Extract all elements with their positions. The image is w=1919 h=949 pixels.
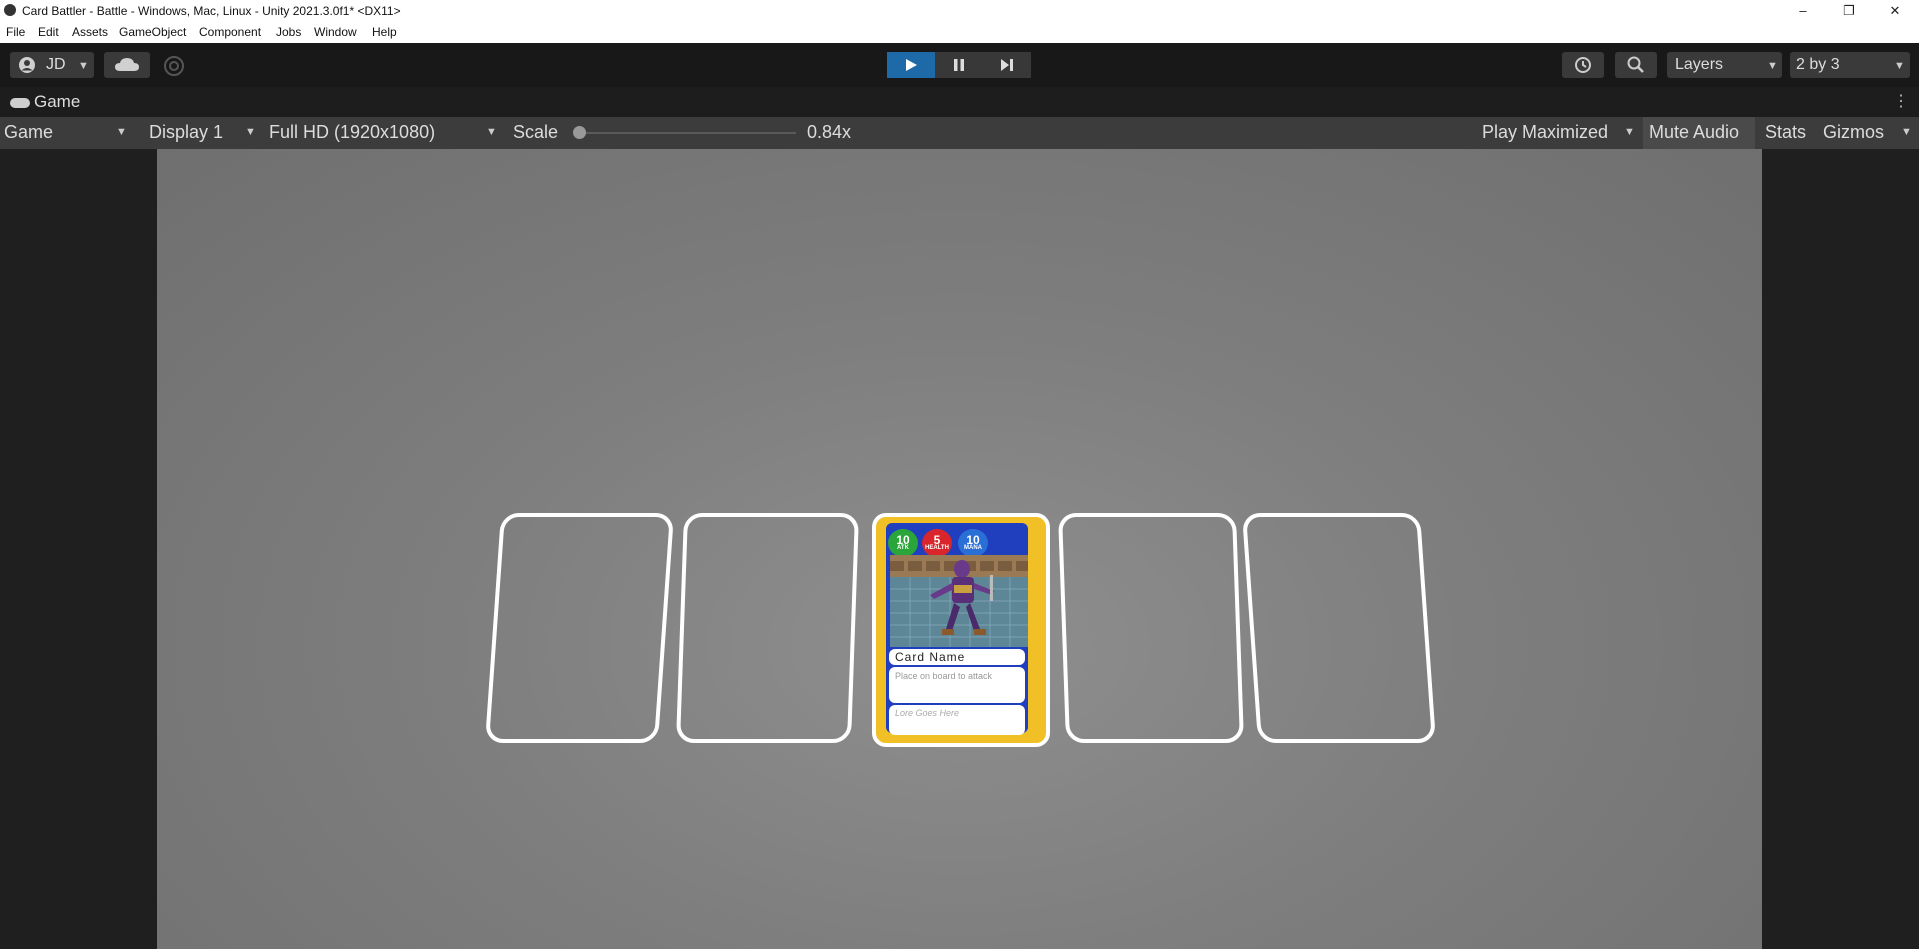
card-slot[interactable] (675, 513, 860, 743)
play-mode-label: Play Maximized (1482, 122, 1609, 142)
game-view-toolbar: Game ▼ Display 1 ▼ Full HD (1920x1080) ▼… (0, 117, 1919, 149)
attack-badge: 10 ATK (888, 529, 918, 557)
resolution-dropdown[interactable]: Full HD (1920x1080) (269, 122, 435, 143)
view-dropdown[interactable]: Game (4, 122, 53, 143)
pause-button[interactable] (935, 52, 983, 78)
menu-jobs[interactable]: Jobs (276, 25, 301, 39)
playmode-controls (887, 52, 1031, 78)
play-mode-dropdown[interactable]: Play Maximized (1482, 122, 1608, 143)
health-label: HEALTH (925, 545, 949, 551)
history-button[interactable] (1562, 52, 1604, 78)
card-art (890, 555, 1028, 647)
card-lore: Lore Goes Here (895, 708, 960, 718)
game-card[interactable]: 10 ATK 5 HEALTH 10 MANA Card Name Place … (872, 513, 1050, 747)
health-badge: 5 HEALTH (922, 529, 952, 557)
step-button[interactable] (983, 52, 1031, 78)
menu-edit[interactable]: Edit (38, 25, 59, 39)
card-name-box: Card Name (889, 649, 1025, 665)
main-toolbar: JD ▼ Layers ▼ 2 by 3 ▼ (0, 43, 1919, 87)
menu-window[interactable]: Window (314, 25, 357, 39)
card-lore-box: Lore Goes Here (889, 705, 1025, 735)
gamepad-icon (10, 97, 30, 108)
menu-component[interactable]: Component (199, 25, 261, 39)
view-label: Game (4, 122, 54, 142)
title-bar: Card Battler - Battle - Windows, Mac, Li… (0, 0, 1919, 22)
chevron-down-icon: ▼ (486, 126, 497, 138)
restore-button[interactable]: ❐ (1834, 2, 1864, 20)
resolution-label: Full HD (1920x1080) (269, 122, 436, 142)
menu-gameobject[interactable]: GameObject (119, 25, 186, 39)
tab-game[interactable]: Game (10, 92, 80, 112)
close-button[interactable]: ✕ (1880, 2, 1910, 20)
cloud-button[interactable] (104, 52, 150, 78)
card-slot[interactable] (484, 513, 675, 743)
display-dropdown[interactable]: Display 1 (149, 122, 223, 143)
cloud-icon (115, 58, 139, 71)
card-slot[interactable] (1057, 513, 1245, 743)
search-button[interactable] (1615, 52, 1657, 78)
mana-badge: 10 MANA (958, 529, 988, 557)
chevron-down-icon: ▼ (245, 126, 256, 138)
menu-help[interactable]: Help (372, 25, 397, 39)
card-description-box: Place on board to attack (889, 667, 1025, 703)
chevron-down-icon: ▼ (1894, 60, 1905, 72)
attack-label: ATK (897, 545, 909, 551)
chevron-down-icon: ▼ (78, 60, 89, 72)
display-label: Display 1 (149, 122, 224, 142)
menu-file[interactable]: File (6, 25, 25, 39)
layers-dropdown[interactable]: Layers ▼ (1667, 52, 1782, 78)
step-icon (1001, 59, 1013, 71)
layers-label: Layers (1675, 56, 1724, 73)
layout-label: 2 by 3 (1796, 56, 1840, 73)
mana-label: MANA (964, 545, 982, 551)
chevron-down-icon: ▼ (1901, 126, 1912, 138)
character-illustration (890, 555, 1028, 647)
history-icon (1575, 57, 1591, 73)
layout-dropdown[interactable]: 2 by 3 ▼ (1790, 52, 1910, 78)
mute-audio-toggle[interactable]: Mute Audio (1643, 117, 1755, 149)
menu-assets[interactable]: Assets (72, 25, 108, 39)
play-icon (906, 59, 917, 71)
collab-icon[interactable] (162, 54, 186, 78)
pause-icon (954, 59, 964, 71)
account-icon (19, 57, 35, 73)
chevron-down-icon: ▼ (116, 126, 127, 138)
card-description: Place on board to attack (895, 671, 993, 681)
unity-logo-icon (4, 4, 16, 16)
tab-game-label: Game (34, 92, 81, 111)
scale-label: Scale (513, 122, 559, 142)
stats-toggle[interactable]: Stats (1765, 122, 1806, 143)
play-button[interactable] (887, 52, 935, 78)
card-body: 10 ATK 5 HEALTH 10 MANA Card Name Place … (886, 523, 1028, 735)
search-icon (1627, 56, 1644, 73)
mute-audio-label: Mute Audio (1649, 122, 1740, 142)
account-name: JD (46, 56, 66, 73)
card-name: Card Name (895, 650, 966, 664)
window-title: Card Battler - Battle - Windows, Mac, Li… (22, 4, 401, 18)
more-options-icon[interactable]: ⋮ (1893, 91, 1909, 111)
chevron-down-icon: ▼ (1624, 126, 1635, 138)
gizmos-toggle[interactable]: Gizmos (1823, 122, 1884, 143)
tab-bar: Game ⋮ (0, 87, 1919, 117)
chevron-down-icon: ▼ (1767, 60, 1778, 72)
scale-value: 0.84x (807, 122, 852, 142)
minimize-button[interactable]: – (1788, 2, 1818, 20)
account-dropdown[interactable]: JD ▼ (10, 52, 94, 78)
menu-bar: File Edit Assets GameObject Component Jo… (0, 22, 1919, 43)
scale-slider[interactable] (573, 126, 796, 139)
scale-slider-handle[interactable] (573, 126, 586, 139)
card-slot[interactable] (1241, 513, 1437, 743)
